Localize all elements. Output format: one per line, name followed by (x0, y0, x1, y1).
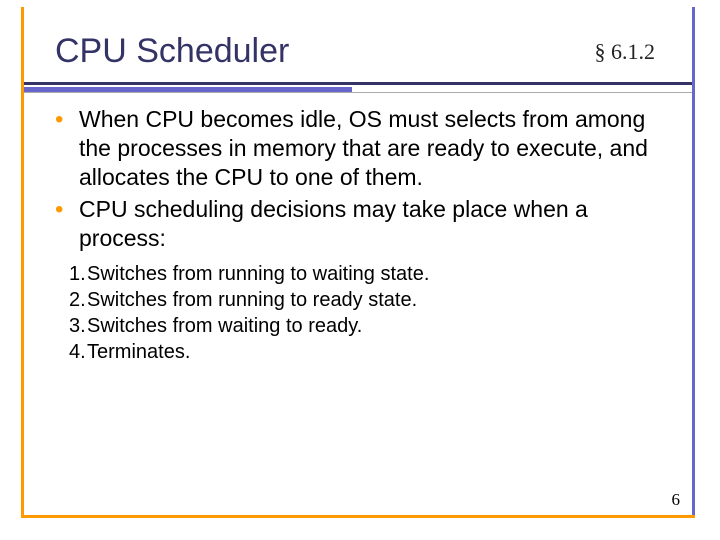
frame-right (692, 7, 695, 515)
bullet-item: When CPU becomes idle, OS must selects f… (55, 105, 670, 191)
numbered-sublist: 1.Switches from running to waiting state… (69, 261, 670, 365)
sublist-text: Switches from running to ready state. (87, 289, 417, 311)
sublist-item: 4.Terminates. (69, 339, 670, 365)
sublist-number: 2. (69, 287, 87, 313)
sublist-number: 1. (69, 261, 87, 287)
sublist-item: 1.Switches from running to waiting state… (69, 261, 670, 287)
bullet-item: CPU scheduling decisions may take place … (55, 195, 670, 253)
slide-body: When CPU becomes idle, OS must selects f… (55, 105, 670, 365)
frame-bottom (21, 515, 695, 518)
page-number: 6 (672, 490, 681, 510)
slide-header: CPU Scheduler § 6.1.2 (55, 32, 665, 71)
slide-title: CPU Scheduler (55, 32, 289, 71)
sublist-item: 2.Switches from running to ready state. (69, 287, 670, 313)
section-reference: § 6.1.2 (595, 39, 656, 65)
underline-bar-shadow (24, 92, 692, 93)
title-underline (24, 82, 692, 93)
sublist-item: 3.Switches from waiting to ready. (69, 313, 670, 339)
sublist-number: 3. (69, 313, 87, 339)
slide: CPU Scheduler § 6.1.2 When CPU becomes i… (0, 0, 720, 540)
sublist-text: Terminates. (87, 341, 190, 363)
sublist-text: Switches from running to waiting state. (87, 263, 429, 285)
bullet-list: When CPU becomes idle, OS must selects f… (55, 105, 670, 253)
sublist-number: 4. (69, 339, 87, 365)
underline-bar-dark (24, 82, 692, 85)
sublist-text: Switches from waiting to ready. (87, 315, 362, 337)
